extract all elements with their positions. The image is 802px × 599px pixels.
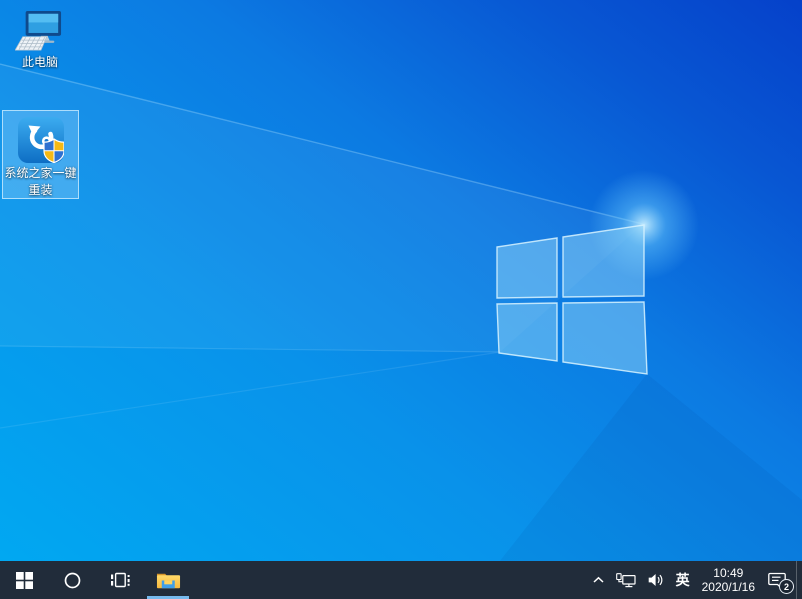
search-button[interactable] <box>48 561 96 599</box>
task-view-button[interactable] <box>96 561 144 599</box>
computer-icon <box>15 10 62 51</box>
volume-tray-button[interactable] <box>642 561 671 599</box>
action-center-button[interactable]: 2 <box>762 561 796 599</box>
notification-badge: 2 <box>779 579 794 594</box>
desktop-icon-syshome-reinstall[interactable]: 系统之家一键 重装 <box>2 110 79 199</box>
system-tray: 英 10:49 2020/1/16 2 <box>587 561 802 599</box>
desktop-icon-label-line2: 重装 <box>28 183 53 197</box>
reinstall-app-icon <box>17 117 64 163</box>
network-icon <box>615 572 636 587</box>
search-circle-icon <box>64 572 80 588</box>
desktop-icon-this-pc[interactable]: 此电脑 <box>5 7 75 69</box>
desktop: 此电脑 系统之家一键 重装 英 10:49 2020/1/16 2 <box>0 0 802 599</box>
clock-time: 10:49 <box>713 566 744 580</box>
folder-icon <box>156 573 180 589</box>
file-explorer-button[interactable] <box>144 561 192 599</box>
input-language-indicator[interactable]: 英 <box>671 561 695 599</box>
desktop-icon-label-line1: 系统之家一键 <box>4 166 77 180</box>
input-language-label: 英 <box>675 572 690 588</box>
speaker-icon <box>648 574 662 586</box>
desktop-icon-label: 此电脑 <box>21 55 58 69</box>
hidden-icons-button[interactable] <box>587 561 610 599</box>
windows-start-icon <box>15 571 33 589</box>
clock[interactable]: 10:49 2020/1/16 <box>695 561 762 599</box>
network-tray-button[interactable] <box>610 561 642 599</box>
chevron-up-icon <box>593 576 604 583</box>
wallpaper <box>0 0 802 599</box>
clock-date: 2020/1/16 <box>701 580 755 594</box>
show-desktop-button[interactable] <box>796 561 802 599</box>
start-button[interactable] <box>0 561 48 599</box>
taskbar: 英 10:49 2020/1/16 2 <box>0 561 802 599</box>
task-view-icon <box>110 572 130 588</box>
